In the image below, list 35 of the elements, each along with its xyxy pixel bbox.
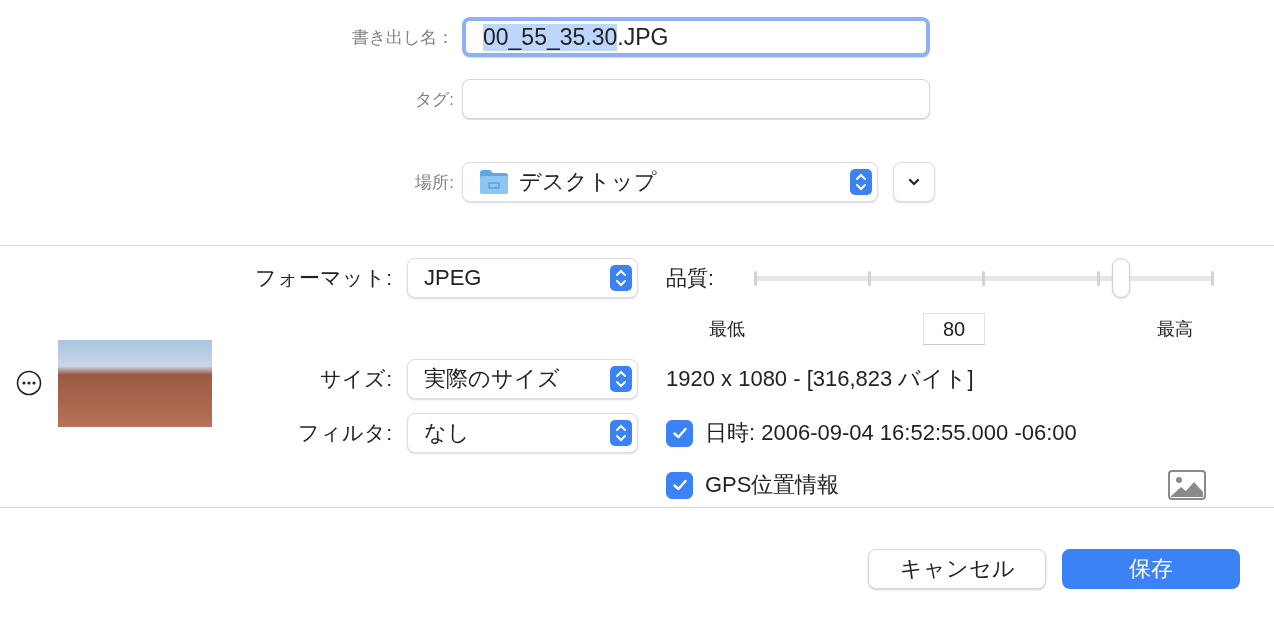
checkbox-label: 日時: 2006-09-04 16:52:55.000 -06:00 xyxy=(705,419,1078,447)
size-popup[interactable]: 実際のサイズ xyxy=(407,359,638,399)
checkbox[interactable] xyxy=(666,471,693,499)
slider-thumb[interactable] xyxy=(1111,258,1130,298)
min-label: 最低 xyxy=(709,318,745,341)
filter-popup[interactable]: なし xyxy=(407,413,638,453)
quality-label: 品質: xyxy=(666,265,715,291)
field-label: 書き出し名： xyxy=(351,26,455,49)
field-label: サイズ: xyxy=(319,366,393,392)
tags-field[interactable] xyxy=(462,79,930,119)
checkbox-label: GPS位置情報 xyxy=(705,471,841,499)
field-label: 場所: xyxy=(414,171,455,194)
format-popup[interactable]: JPEG xyxy=(407,258,638,298)
location-popup[interactable]: デスクトップ xyxy=(462,162,878,202)
stepper-icon xyxy=(610,366,632,392)
stepper-icon xyxy=(610,265,632,291)
stepper-icon xyxy=(850,169,872,195)
field-label: フィルタ: xyxy=(297,420,393,446)
image-icon[interactable] xyxy=(1168,470,1206,500)
cancel-button[interactable]: キャンセル xyxy=(868,549,1046,589)
stepper-icon xyxy=(610,420,632,446)
quality-value-field[interactable]: 80 xyxy=(923,313,985,345)
checkmark-icon xyxy=(671,478,688,492)
folder-icon xyxy=(479,169,509,195)
checkmark-icon xyxy=(671,426,688,440)
more-options-icon[interactable] xyxy=(16,370,42,396)
chevron-icon xyxy=(908,178,920,186)
image-info: 1920 x 1080 - [316,823 バイト] xyxy=(666,365,974,393)
field-label: フォーマット: xyxy=(254,265,393,291)
max-label: 最高 xyxy=(1157,318,1193,341)
save-button[interactable]: 保存 xyxy=(1062,549,1240,589)
quality-slider[interactable] xyxy=(754,258,1212,298)
filename-field[interactable]: 00_55_35.30.JPG xyxy=(462,17,930,57)
checkbox[interactable] xyxy=(666,419,693,447)
field-label: タグ: xyxy=(414,88,455,111)
